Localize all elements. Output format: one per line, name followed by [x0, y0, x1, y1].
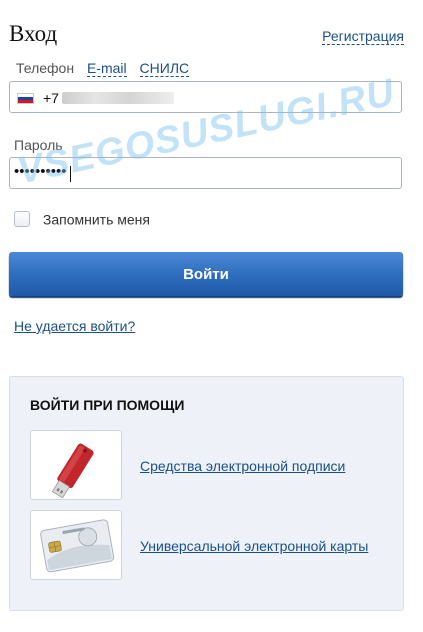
phone-number-blurred	[62, 92, 174, 104]
alt-login-item-signature: Средства электронной подписи	[30, 430, 380, 502]
alt-login-panel: ВОЙТИ ПРИ ПОМОЩИ Средства электронной по…	[9, 376, 404, 611]
password-value: ••••••••••	[14, 163, 67, 180]
password-label: Пароль	[14, 137, 63, 153]
text-caret	[70, 166, 71, 182]
register-link[interactable]: Регистрация	[322, 28, 404, 45]
remember-label: Запомнить меня	[42, 211, 150, 228]
alt-login-item-card: Универсальной электронной карты	[30, 510, 380, 582]
tab-email[interactable]: E-mail	[86, 60, 127, 77]
forgot-login-link[interactable]: Не удается войти?	[14, 318, 135, 334]
login-button[interactable]: Войти	[9, 252, 403, 296]
alt-login-title: ВОЙТИ ПРИ ПОМОЩИ	[30, 397, 185, 413]
tab-phone[interactable]: Телефон	[16, 60, 74, 76]
russia-flag-icon	[17, 93, 34, 104]
tab-snils[interactable]: СНИЛС	[139, 60, 190, 77]
alt-login-link-card[interactable]: Универсальной электронной карты	[140, 538, 368, 554]
page-title: Вход	[9, 21, 58, 46]
password-input[interactable]: ••••••••••	[9, 157, 402, 189]
remember-me[interactable]: Запомнить меня	[14, 210, 150, 228]
login-method-tabs: Телефон E-mail СНИЛС	[16, 60, 198, 77]
phone-input[interactable]: +7	[9, 81, 402, 113]
remember-checkbox[interactable]	[14, 211, 30, 228]
alt-login-link-signature[interactable]: Средства электронной подписи	[140, 458, 345, 474]
phone-country-code: +7	[43, 90, 59, 106]
smart-card-icon[interactable]	[30, 510, 122, 580]
usb-token-icon[interactable]	[30, 430, 122, 500]
